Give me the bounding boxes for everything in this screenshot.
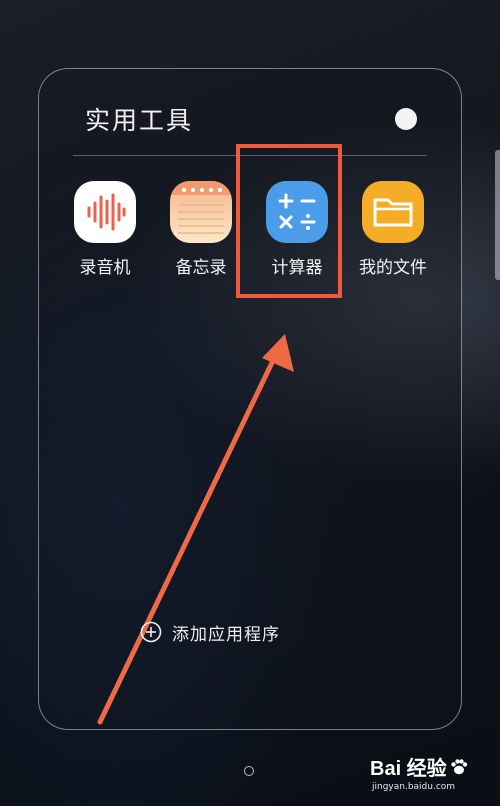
page-indicator-dot (244, 766, 254, 776)
add-circle-icon (140, 621, 162, 643)
app-label: 录音机 (79, 258, 131, 278)
app-memo[interactable]: 备忘录 (155, 181, 247, 278)
calculator-highlight-box (236, 144, 342, 298)
voice-recorder-icon (74, 181, 136, 243)
paw-icon (450, 758, 467, 774)
app-label: 备忘录 (175, 258, 227, 278)
app-my-files[interactable]: 我的文件 (347, 181, 439, 278)
app-voice-recorder[interactable]: 录音机 (59, 181, 151, 278)
folder-files-icon (362, 181, 424, 243)
add-application-button[interactable]: 添加应用程序 (140, 618, 280, 646)
folder-color-picker[interactable] (395, 108, 417, 130)
watermark-logo-text: Bai 经验 (370, 758, 447, 780)
baidu-jingyan-watermark: Bai 经验 jingyan.baidu.com (370, 752, 496, 802)
edge-panel-handle[interactable] (495, 150, 500, 280)
folder-title[interactable]: 实用工具 (85, 101, 193, 137)
app-label: 我的文件 (359, 258, 427, 278)
watermark-url: jingyan.baidu.com (372, 782, 456, 792)
add-application-label: 添加应用程序 (172, 624, 280, 645)
memo-notepad-icon (170, 181, 232, 243)
watermark-logo: Bai 经验 (370, 752, 496, 781)
